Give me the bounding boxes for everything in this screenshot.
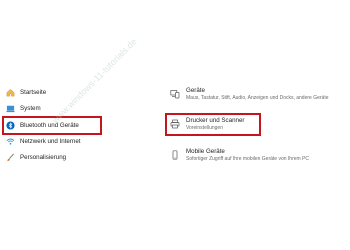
sidebar-item-netzwerk[interactable]: Netzwerk und Internet <box>6 134 81 148</box>
sidebar-item-label: Personalisierung <box>20 153 67 161</box>
brush-icon <box>6 153 15 162</box>
card-mobile-text: Mobile Geräte Sofortiger Zugriff auf Ihr… <box>186 148 309 163</box>
wifi-icon <box>6 137 15 146</box>
card-subtitle: Sofortiger Zugriff auf Ihre mobilen Gerä… <box>186 156 310 162</box>
sidebar-item-system[interactable]: System <box>6 101 41 115</box>
sidebar-item-label: Startseite <box>20 88 47 96</box>
card-title: Mobile Geräte <box>186 148 225 155</box>
sidebar-item-label: System <box>20 104 41 112</box>
card-mobile-geraete[interactable]: Mobile Geräte Sofortiger Zugriff auf Ihr… <box>170 148 348 163</box>
phone-icon <box>170 150 180 160</box>
sidebar-item-personalisierung[interactable]: Personalisierung <box>6 150 66 164</box>
sidebar-item-label: Netzwerk und Internet <box>20 137 81 145</box>
laptop-icon <box>6 104 15 113</box>
card-title: Geräte <box>186 87 205 94</box>
settings-sidebar: Startseite System Bluetooth und Geräte N… <box>0 0 160 250</box>
card-geraete[interactable]: Geräte Maus, Tastatur, Stift, Audio, Anz… <box>170 87 348 102</box>
printer-highlight-box <box>165 113 261 136</box>
sidebar-item-startseite[interactable]: Startseite <box>6 85 46 99</box>
card-geraete-text: Geräte Maus, Tastatur, Stift, Audio, Anz… <box>186 87 329 102</box>
devices-icon <box>170 89 180 99</box>
bluetooth-highlight-box <box>2 116 102 135</box>
home-icon <box>6 88 15 97</box>
card-subtitle: Maus, Tastatur, Stift, Audio, Anzeigen u… <box>186 95 329 101</box>
